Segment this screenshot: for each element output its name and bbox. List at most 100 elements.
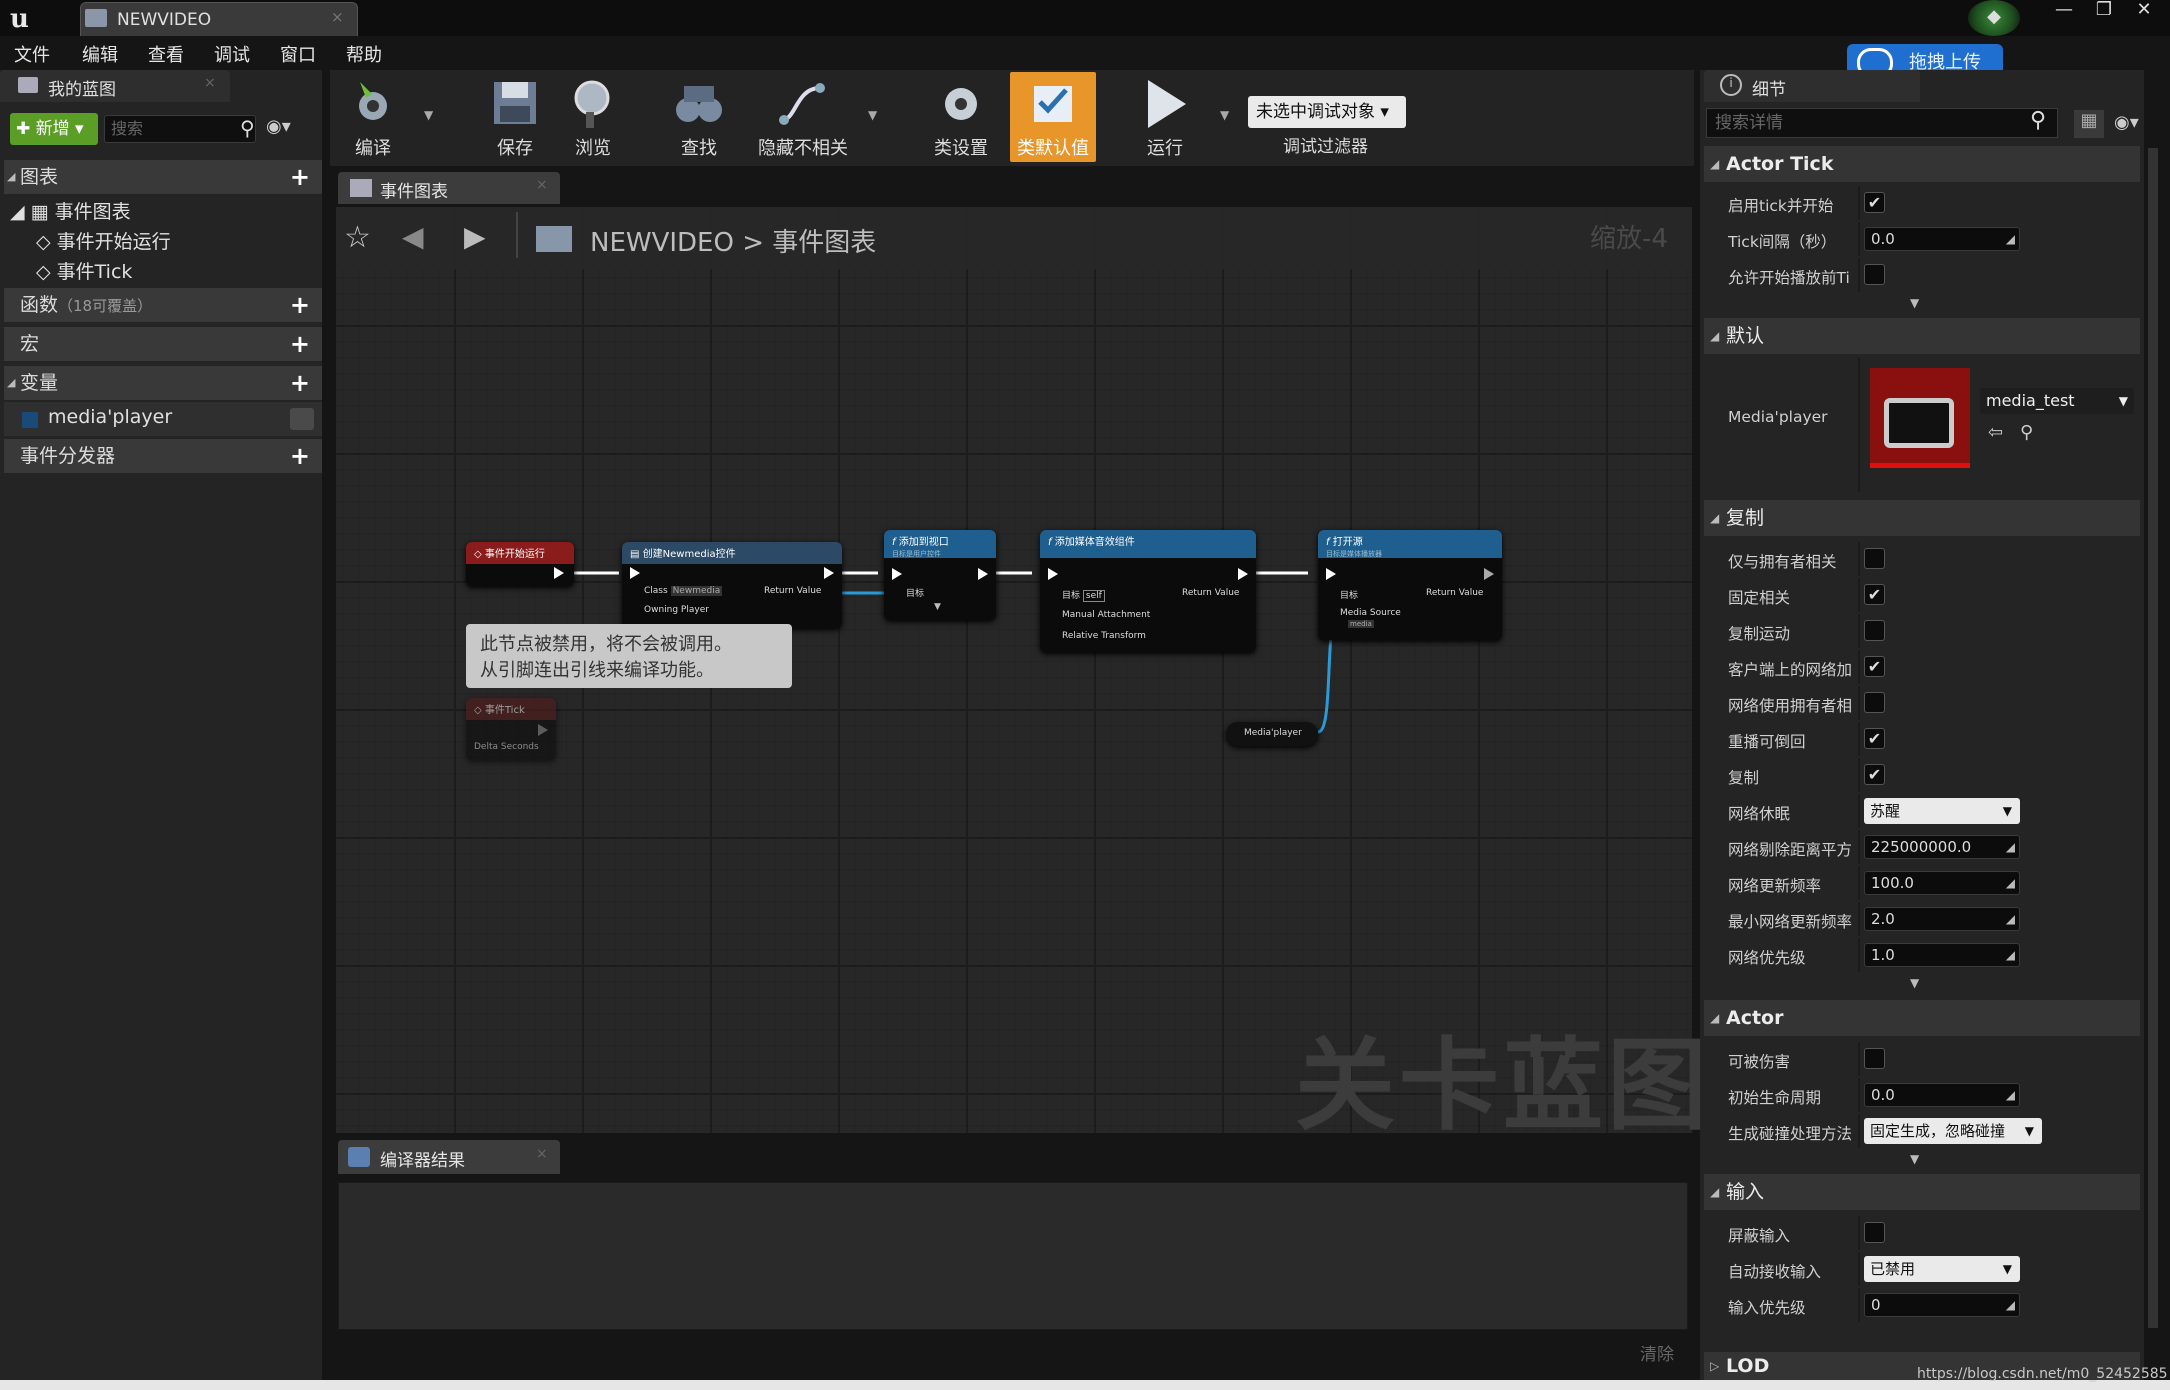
replicates-checkbox[interactable]: ✔ — [1864, 764, 1885, 785]
advanced-expand-icon[interactable]: ▼ — [1910, 1152, 1919, 1166]
my-blueprint-tab[interactable]: 我的蓝图 × — [0, 70, 230, 102]
use-selected-arrow-icon[interactable]: ⇦ — [1988, 422, 2003, 443]
exec-in-pin[interactable] — [892, 568, 902, 580]
net-use-owner-checkbox[interactable] — [1864, 692, 1885, 713]
collapse-triangle-icon[interactable]: ◢ — [1710, 500, 1719, 536]
details-tab[interactable]: i 细节 — [1704, 70, 1920, 102]
blueprint-search-input[interactable]: 搜索 — [104, 115, 256, 143]
pin-return-value[interactable]: Return Value — [1426, 588, 1483, 598]
exec-in-pin[interactable] — [1048, 568, 1058, 580]
find-button[interactable]: 查找 — [654, 72, 744, 162]
advanced-expand-icon[interactable]: ▼ — [1910, 976, 1919, 990]
tab-close-icon[interactable]: × — [536, 177, 548, 193]
pin-manual-attachment[interactable]: Manual Attachment — [1062, 610, 1150, 620]
run-button[interactable]: 运行 — [1120, 72, 1210, 162]
add-graph-button[interactable]: + — [290, 162, 310, 192]
spin-arrow-icon[interactable]: ◢ — [2006, 872, 2015, 894]
net-dormancy-select[interactable]: 苏醒 ▼ — [1864, 798, 2020, 824]
section-variables[interactable]: ◢ 变量 + — [4, 366, 322, 400]
can-be-damaged-checkbox[interactable] — [1864, 1048, 1885, 1069]
collapse-triangle-icon[interactable]: ◢ — [7, 160, 15, 194]
visibility-toggle[interactable] — [290, 408, 314, 430]
details-scrollbar[interactable] — [2148, 148, 2158, 1328]
debug-object-select[interactable]: 未选中调试对象 ▾ — [1248, 96, 1406, 128]
exec-out-pin[interactable] — [824, 567, 834, 579]
replay-rewindable-checkbox[interactable]: ✔ — [1864, 728, 1885, 749]
compile-button[interactable]: 编译 — [328, 72, 418, 162]
menu-file[interactable]: 文件 — [14, 41, 50, 67]
dropdown-arrow-icon[interactable]: ▼ — [2119, 388, 2128, 414]
variable-row[interactable]: media'player — [4, 402, 322, 436]
exec-out-pin[interactable] — [1238, 568, 1248, 580]
compile-options-dropdown[interactable]: ▼ — [424, 108, 433, 122]
menu-help[interactable]: 帮助 — [346, 41, 382, 67]
clear-button[interactable]: 清除 — [1640, 1340, 1674, 1365]
search-icon[interactable]: ⚲ — [240, 116, 255, 140]
search-icon[interactable]: ⚲ — [2030, 108, 2046, 133]
exec-out-pin[interactable] — [978, 568, 988, 580]
add-dispatcher-button[interactable]: + — [290, 441, 310, 471]
section-input[interactable]: ◢ 输入 — [1704, 1174, 2140, 1210]
section-macros[interactable]: 宏 + — [4, 327, 322, 361]
pin-return-value[interactable]: Return Value — [764, 586, 821, 596]
pin-return-value[interactable]: Return Value — [1182, 588, 1239, 598]
menu-debug[interactable]: 调试 — [214, 41, 250, 67]
add-variable-button[interactable]: + — [290, 368, 310, 398]
spin-arrow-icon[interactable]: ◢ — [2006, 944, 2015, 966]
tree-event-tick[interactable]: ◇ 事件Tick — [36, 257, 132, 284]
node-create-widget[interactable]: ▤ 创建Newmedia控件 Class Newmedia Owning Pla… — [622, 542, 842, 628]
menu-window[interactable]: 窗口 — [280, 41, 316, 67]
grid-view-icon[interactable]: ▦ — [2074, 110, 2104, 138]
menu-view[interactable]: 查看 — [148, 41, 184, 67]
add-macro-button[interactable]: + — [290, 329, 310, 359]
always-relevant-checkbox[interactable]: ✔ — [1864, 584, 1885, 605]
input-priority-input[interactable]: 0 ◢ — [1864, 1293, 2020, 1317]
exec-out-pin[interactable] — [554, 567, 564, 579]
allow-before-begin-checkbox[interactable] — [1864, 264, 1885, 285]
expand-pins-icon[interactable]: ▼ — [934, 602, 941, 612]
section-dispatchers[interactable]: 事件分发器 + — [4, 439, 322, 473]
pin-value[interactable]: media — [1348, 620, 1374, 628]
start-with-tick-checkbox[interactable]: ✔ — [1864, 192, 1885, 213]
exec-in-pin[interactable] — [1326, 568, 1336, 580]
auto-receive-input-select[interactable]: 已禁用 ▼ — [1864, 1256, 2020, 1282]
section-graphs[interactable]: ◢ 图表 + — [4, 160, 322, 194]
advanced-expand-icon[interactable]: ▼ — [1910, 296, 1919, 310]
pin-target[interactable]: 目标 — [1340, 588, 1358, 601]
save-button[interactable]: 保存 — [470, 72, 560, 162]
asset-picker[interactable]: media_test ▼ — [1980, 388, 2134, 414]
add-function-button[interactable]: + — [290, 290, 310, 320]
class-settings-button[interactable]: 类设置 — [916, 72, 1006, 162]
min-net-update-frequency-input[interactable]: 2.0 ◢ — [1864, 907, 2020, 931]
collapse-triangle-icon[interactable]: ◢ — [7, 366, 15, 400]
node-event-begin-play[interactable]: ◇ 事件开始运行 — [466, 542, 574, 586]
spin-arrow-icon[interactable]: ◢ — [2006, 836, 2015, 858]
spin-arrow-icon[interactable]: ◢ — [2006, 1294, 2015, 1316]
section-actor-tick[interactable]: ◢ Actor Tick — [1704, 146, 2140, 182]
only-relevant-owner-checkbox[interactable] — [1864, 548, 1885, 569]
close-window-button[interactable]: ✕ — [2124, 0, 2164, 22]
tab-close-icon[interactable]: × — [536, 1146, 548, 1162]
collapse-triangle-icon[interactable]: ◢ — [1710, 1000, 1719, 1036]
tab-close-icon[interactable]: × — [331, 8, 344, 26]
node-open-source[interactable]: f 打开源 目标是媒体播放器 目标 Media Source media Retu… — [1318, 530, 1502, 640]
class-defaults-button[interactable]: 类默认值 — [1010, 72, 1096, 162]
pin-target[interactable]: 目标 self — [1062, 588, 1105, 602]
exec-out-pin[interactable] — [538, 724, 548, 736]
node-add-media-sound[interactable]: f 添加媒体音效组件 目标 self Manual Attachment Rel… — [1040, 530, 1256, 652]
collapse-triangle-icon[interactable]: ◢ — [1710, 318, 1719, 354]
menu-edit[interactable]: 编辑 — [82, 41, 118, 67]
tab-event-graph[interactable]: 事件图表 × — [338, 172, 560, 204]
spawn-collision-select[interactable]: 固定生成，忽略碰撞 ▼ — [1864, 1118, 2042, 1144]
exec-out-pin[interactable] — [1484, 568, 1494, 580]
pin-relative-transform[interactable]: Relative Transform — [1062, 631, 1146, 641]
pin-delta-seconds[interactable]: Delta Seconds — [474, 742, 539, 752]
spin-arrow-icon[interactable]: ◢ — [2006, 908, 2015, 930]
net-load-client-checkbox[interactable]: ✔ — [1864, 656, 1885, 677]
block-input-checkbox[interactable] — [1864, 1222, 1885, 1243]
tab-compiler-results[interactable]: 编译器结果 × — [338, 1140, 560, 1174]
eye-icon[interactable]: ◉▾ — [266, 116, 291, 137]
node-event-tick-disabled[interactable]: ◇ 事件Tick Delta Seconds — [466, 698, 556, 760]
maximize-button[interactable]: ❐ — [2084, 0, 2124, 22]
eye-icon[interactable]: ◉▾ — [2114, 112, 2139, 133]
